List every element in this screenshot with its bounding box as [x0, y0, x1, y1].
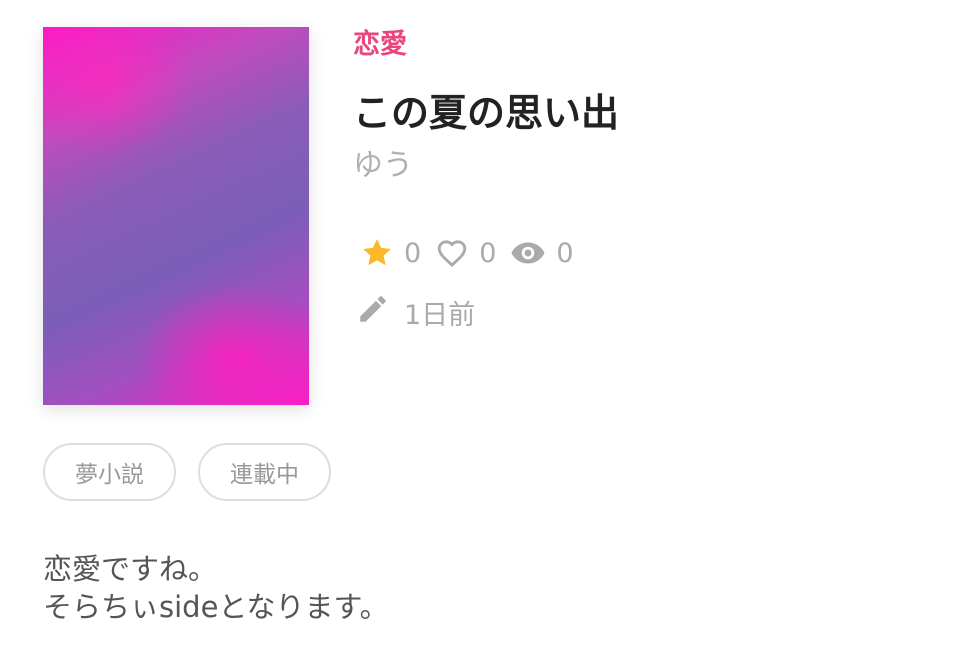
like-count: 0	[479, 237, 497, 269]
view-stat: 0	[510, 235, 574, 271]
description-line: そらちぃsideとなります。	[43, 590, 389, 624]
star-icon	[360, 236, 394, 270]
description: 恋愛ですね。 そらちぃsideとなります。	[43, 550, 389, 626]
view-count: 0	[556, 237, 574, 269]
like-stat[interactable]: 0	[435, 236, 496, 270]
tag-list: 夢小説 連載中	[43, 443, 353, 501]
tag-chip[interactable]: 夢小説	[43, 443, 176, 501]
book-title[interactable]: この夏の思い出	[353, 89, 619, 137]
updated-row: 1日前	[356, 292, 475, 332]
description-line: 恋愛ですね。	[43, 552, 218, 586]
author-name[interactable]: ゆう	[353, 146, 413, 186]
heart-icon	[435, 236, 469, 270]
pencil-icon	[356, 292, 390, 333]
book-cover[interactable]	[43, 27, 309, 405]
star-stat[interactable]: 0	[360, 236, 421, 270]
stats-row: 0 0 0	[360, 233, 588, 273]
tag-chip[interactable]: 連載中	[198, 443, 331, 501]
star-count: 0	[404, 237, 422, 269]
eye-icon	[510, 235, 546, 271]
genre-label[interactable]: 恋愛	[353, 26, 407, 64]
updated-time: 1日前	[404, 299, 476, 331]
